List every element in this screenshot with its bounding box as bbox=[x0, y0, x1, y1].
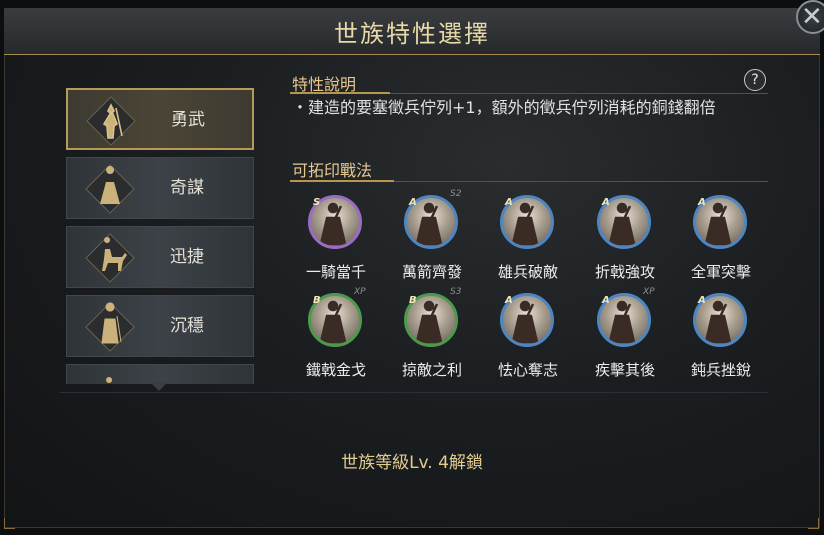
trait-list[interactable]: 勇武 奇謀 迅捷 沉穩 bbox=[66, 88, 256, 384]
skill-grade: A bbox=[505, 197, 513, 208]
warrior-icon bbox=[86, 96, 136, 146]
trait-item-brave[interactable]: 勇武 bbox=[66, 88, 254, 150]
skill-name: 鈍兵挫銳 bbox=[690, 361, 751, 379]
tactic-skill[interactable]: B XP 鐵戟金戈 bbox=[296, 287, 376, 393]
close-x-icon[interactable]: ✕ bbox=[796, 0, 824, 34]
tactic-skill[interactable]: A XP 疾擊其後 bbox=[585, 287, 665, 393]
trait-label: 沉穩 bbox=[170, 316, 204, 336]
skill-grade: A bbox=[698, 197, 706, 208]
trait-item-partial[interactable] bbox=[66, 364, 254, 384]
divider bbox=[60, 392, 768, 393]
skill-tag: XP bbox=[354, 287, 366, 297]
skill-name: 掠敵之利 bbox=[401, 361, 462, 379]
skill-tag: S3 bbox=[450, 287, 462, 297]
trait-label: 勇武 bbox=[171, 110, 205, 130]
tactic-skill[interactable]: A 雄兵破敵 bbox=[488, 195, 568, 295]
skill-name: 全軍突擊 bbox=[690, 263, 751, 281]
corner-ornament bbox=[808, 518, 819, 529]
skill-tag: XP bbox=[643, 287, 655, 297]
general-icon bbox=[106, 377, 113, 383]
skill-grade: A bbox=[409, 197, 417, 208]
skill-grade: A bbox=[505, 295, 513, 306]
skill-name: 怯心奪志 bbox=[497, 361, 558, 379]
help-icon[interactable]: ? bbox=[744, 69, 766, 91]
tactic-skill[interactable]: A S2 萬箭齊發 bbox=[392, 189, 472, 295]
tactic-skill[interactable]: A 鈍兵挫銳 bbox=[681, 293, 761, 393]
header-underline bbox=[290, 180, 394, 182]
header-underline bbox=[290, 92, 390, 94]
trait-item-steady[interactable]: 沉穩 bbox=[66, 295, 254, 357]
tactics-header: 可拓印戰法 bbox=[292, 161, 373, 180]
strategist-icon bbox=[85, 164, 135, 214]
dialog-title: 世族特性選擇 bbox=[334, 20, 490, 48]
corner-ornament bbox=[4, 518, 15, 529]
skill-name: 鐵戟金戈 bbox=[305, 361, 366, 379]
cavalry-icon bbox=[85, 233, 135, 283]
trait-item-swift[interactable]: 迅捷 bbox=[66, 226, 254, 288]
scroll-down-indicator[interactable] bbox=[150, 382, 168, 391]
trait-label: 奇謀 bbox=[170, 178, 204, 198]
skill-grade: B bbox=[313, 295, 321, 306]
tactic-skill[interactable]: A 全軍突擊 bbox=[681, 195, 761, 295]
skill-tag: S2 bbox=[450, 189, 462, 199]
tactic-skill[interactable]: A 怯心奪志 bbox=[488, 293, 568, 393]
skill-name: 一騎當千 bbox=[305, 263, 366, 281]
steady-general-icon bbox=[85, 302, 135, 352]
skill-name: 萬箭齊發 bbox=[401, 263, 462, 281]
skill-grade: A bbox=[698, 295, 706, 306]
skill-grade: A bbox=[602, 295, 610, 306]
skill-grade: S bbox=[313, 197, 321, 208]
tactic-skill[interactable]: B S3 掠敵之利 bbox=[392, 287, 472, 393]
unlock-requirement: 世族等級Lv. 4解鎖 bbox=[341, 453, 483, 473]
trait-item-strategy[interactable]: 奇謀 bbox=[66, 157, 254, 219]
trait-label: 迅捷 bbox=[170, 247, 204, 267]
skill-grade: A bbox=[602, 197, 610, 208]
trait-description: ・建造的要塞徵兵佇列+1，額外的徵兵佇列消耗的銅錢翻倍 bbox=[292, 98, 716, 117]
tactic-skill[interactable]: A 折戟強攻 bbox=[585, 195, 665, 295]
skill-name: 疾擊其後 bbox=[594, 361, 655, 379]
tactic-skill[interactable]: S 一騎當千 bbox=[296, 195, 376, 295]
skill-name: 折戟強攻 bbox=[594, 263, 655, 281]
skill-name: 雄兵破敵 bbox=[497, 263, 558, 281]
skill-grade: B bbox=[409, 295, 417, 306]
